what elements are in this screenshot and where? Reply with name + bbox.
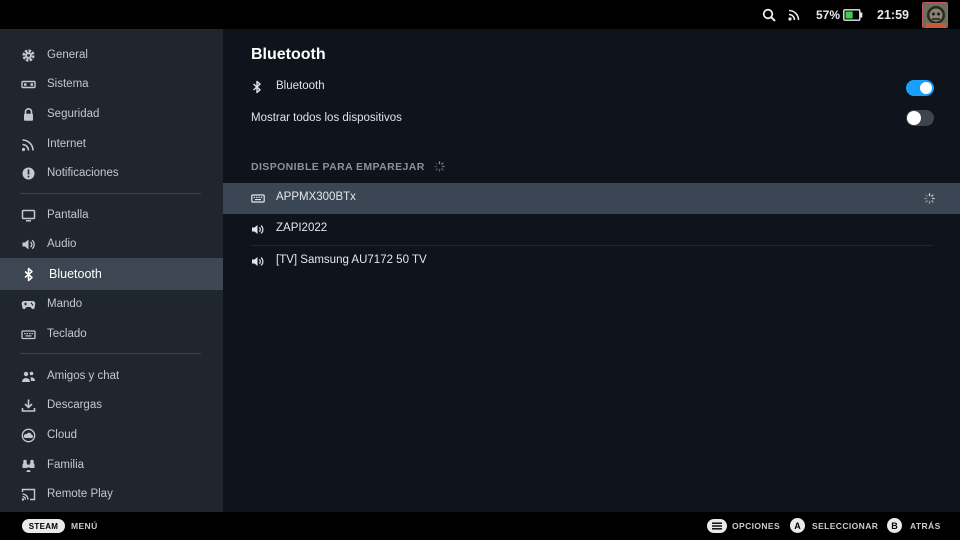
b-button-icon[interactable]: B <box>887 518 902 533</box>
sidebar-item-seguridad[interactable]: Seguridad <box>0 99 223 129</box>
gear-icon <box>21 48 36 63</box>
sidebar-divider <box>20 353 201 354</box>
options-label: OPCIONES <box>732 521 781 531</box>
sidebar-divider <box>20 193 201 194</box>
sidebar-item-label: Mando <box>47 298 83 310</box>
bluetooth-icon <box>21 267 36 282</box>
bluetooth-settings-panel: Bluetooth Bluetooth Mostrar todos los di… <box>223 29 960 512</box>
sidebar-item-familia[interactable]: Familia <box>0 450 223 480</box>
show-all-devices-toggle[interactable] <box>906 110 934 126</box>
sidebar-item-teclado[interactable]: Teclado <box>0 319 223 349</box>
wifi-icon <box>21 137 36 152</box>
sidebar-item-label: Notificaciones <box>47 167 119 179</box>
info-icon <box>21 166 36 181</box>
back-label: ATRÁS <box>910 521 941 531</box>
battery-icon[interactable] <box>843 0 863 29</box>
sidebar-item-label: Remote Play <box>47 488 113 500</box>
sidebar-item-cloud[interactable]: Cloud <box>0 420 223 450</box>
spinner-icon <box>434 161 445 172</box>
sidebar-item-label: Pantalla <box>47 209 89 221</box>
sidebar-item-mando[interactable]: Mando <box>0 289 223 319</box>
device-name: [TV] Samsung AU7172 50 TV <box>276 254 427 266</box>
sidebar-item-label: Seguridad <box>47 108 100 120</box>
sidebar-item-label: Cloud <box>47 429 78 441</box>
steam-button[interactable]: STEAM <box>22 519 65 533</box>
sidebar-item-label: Teclado <box>47 328 87 340</box>
device-row[interactable]: [TV] Samsung AU7172 50 TV <box>223 246 960 277</box>
sidebar-item-internet[interactable]: Internet <box>0 129 223 159</box>
wifi-icon[interactable] <box>788 0 801 29</box>
sidebar-item-label: Audio <box>47 238 77 250</box>
toggle-knob <box>907 111 921 125</box>
speaker-icon <box>21 237 36 252</box>
avatar[interactable] <box>922 2 948 28</box>
sidebar-item-descargas[interactable]: Descargas <box>0 390 223 420</box>
clock: 21:59 <box>877 7 909 22</box>
cast-icon <box>21 487 36 502</box>
sidebar-item-sistema[interactable]: Sistema <box>0 69 223 99</box>
page-title: Bluetooth <box>251 46 326 63</box>
device-name: ZAPI2022 <box>276 222 328 234</box>
download-icon <box>21 398 36 413</box>
a-button-icon[interactable]: A <box>790 518 805 533</box>
device-name: APPMX300BTx <box>276 191 356 203</box>
sidebar-item-pantalla[interactable]: Pantalla <box>0 200 223 230</box>
sidebar-item-label: General <box>47 49 88 61</box>
settings-sidebar: General Sistema Seguridad Internet Notif… <box>0 29 223 512</box>
monitor-icon <box>21 208 36 223</box>
select-label: SELECCIONAR <box>812 521 879 531</box>
menu-label: MENÚ <box>71 521 98 531</box>
sidebar-item-notificaciones[interactable]: Notificaciones <box>0 158 223 188</box>
cloud-icon <box>21 428 36 443</box>
top-bar: 57% 21:59 <box>0 0 960 29</box>
keyboard-icon <box>251 192 265 205</box>
search-icon[interactable] <box>762 0 776 29</box>
sidebar-item-label: Familia <box>47 459 85 471</box>
speaker-icon <box>251 255 265 268</box>
device-row[interactable]: APPMX300BTx <box>223 183 960 214</box>
bottom-bar: STEAM MENÚ OPCIONES A SELECCIONAR B ATRÁ… <box>0 512 960 540</box>
connecting-spinner-icon <box>924 193 935 204</box>
device-row[interactable]: ZAPI2022 <box>223 214 960 245</box>
show-all-devices-label: Mostrar todos los dispositivos <box>251 112 402 124</box>
keyboard-icon <box>21 327 36 342</box>
bluetooth-icon <box>251 80 263 94</box>
sidebar-item-remote-play[interactable]: Remote Play <box>0 479 223 509</box>
sidebar-item-general[interactable]: General <box>0 40 223 70</box>
lock-icon <box>21 107 36 122</box>
section-header-label: DISPONIBLE PARA EMPAREJAR <box>251 161 425 173</box>
sidebar-item-audio[interactable]: Audio <box>0 229 223 259</box>
friends-icon <box>21 369 36 384</box>
sidebar-item-bluetooth[interactable]: Bluetooth <box>0 258 223 290</box>
sidebar-item-label: Internet <box>47 138 86 150</box>
sidebar-item-label: Bluetooth <box>49 267 102 281</box>
family-icon <box>21 458 36 473</box>
gamepad-icon <box>21 297 36 312</box>
available-devices-header: DISPONIBLE PARA EMPAREJAR <box>251 161 445 173</box>
toggle-knob <box>920 82 932 94</box>
battery-percent: 57% <box>816 7 841 22</box>
sidebar-item-label: Descargas <box>47 399 102 411</box>
bluetooth-toggle[interactable] <box>906 80 934 96</box>
system-icon <box>21 77 36 92</box>
sidebar-item-label: Amigos y chat <box>47 370 120 382</box>
sidebar-item-amigos[interactable]: Amigos y chat <box>0 361 223 391</box>
sidebar-item-label: Sistema <box>47 78 89 90</box>
bluetooth-toggle-label: Bluetooth <box>276 80 325 92</box>
speaker-icon <box>251 223 265 236</box>
options-button-icon[interactable] <box>707 519 727 533</box>
